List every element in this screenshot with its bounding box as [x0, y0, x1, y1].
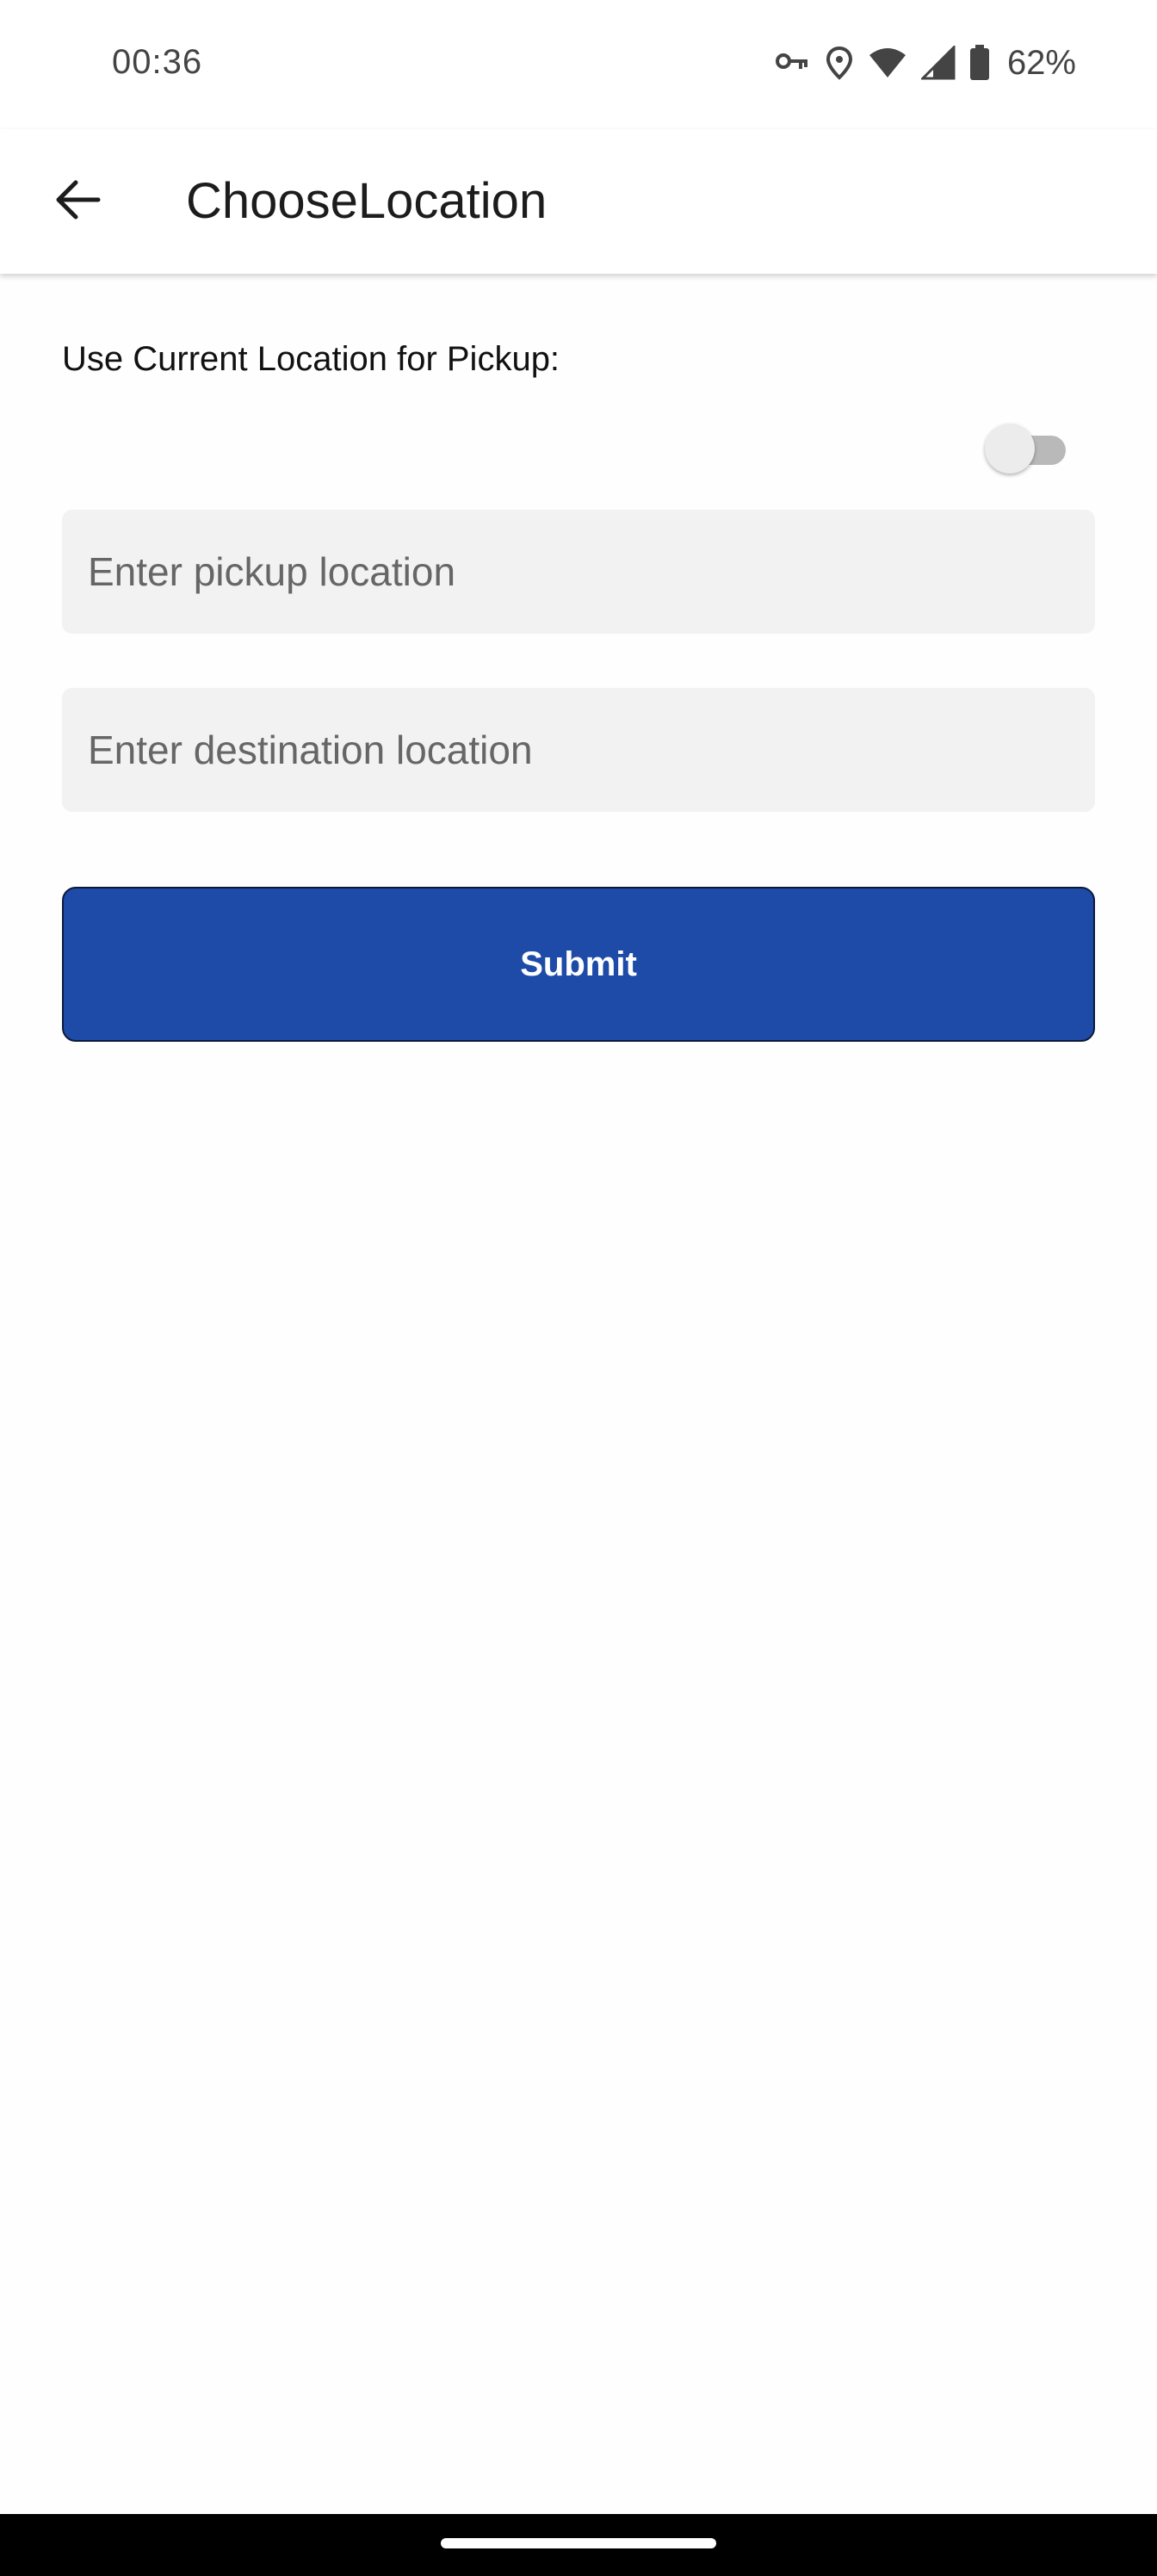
vpn-key-icon	[775, 50, 811, 76]
submit-button[interactable]: Submit	[62, 887, 1095, 1042]
toggle-thumb	[985, 424, 1035, 474]
destination-location-input[interactable]	[62, 688, 1095, 812]
status-bar: 00:36 62%	[0, 0, 1157, 129]
screen: 00:36 62% ChooseLocation Use Current Loc…	[0, 0, 1157, 2576]
back-button[interactable]	[34, 158, 121, 245]
current-location-label: Use Current Location for Pickup:	[62, 340, 560, 378]
wifi-icon	[868, 46, 907, 79]
home-handle[interactable]	[441, 2538, 716, 2548]
location-pin-icon	[825, 46, 854, 80]
battery-percent: 62%	[1006, 43, 1076, 82]
status-time: 00:36	[112, 43, 203, 81]
battery-icon	[969, 45, 990, 81]
cell-signal-icon	[920, 46, 956, 80]
status-icons: 62%	[775, 41, 1076, 84]
arrow-back-icon	[53, 179, 102, 225]
pickup-location-input[interactable]	[62, 510, 1095, 634]
current-location-toggle[interactable]	[981, 424, 1067, 475]
app-bar: ChooseLocation	[0, 129, 1157, 274]
navigation-bar	[0, 2514, 1157, 2576]
page-title: ChooseLocation	[186, 173, 548, 229]
